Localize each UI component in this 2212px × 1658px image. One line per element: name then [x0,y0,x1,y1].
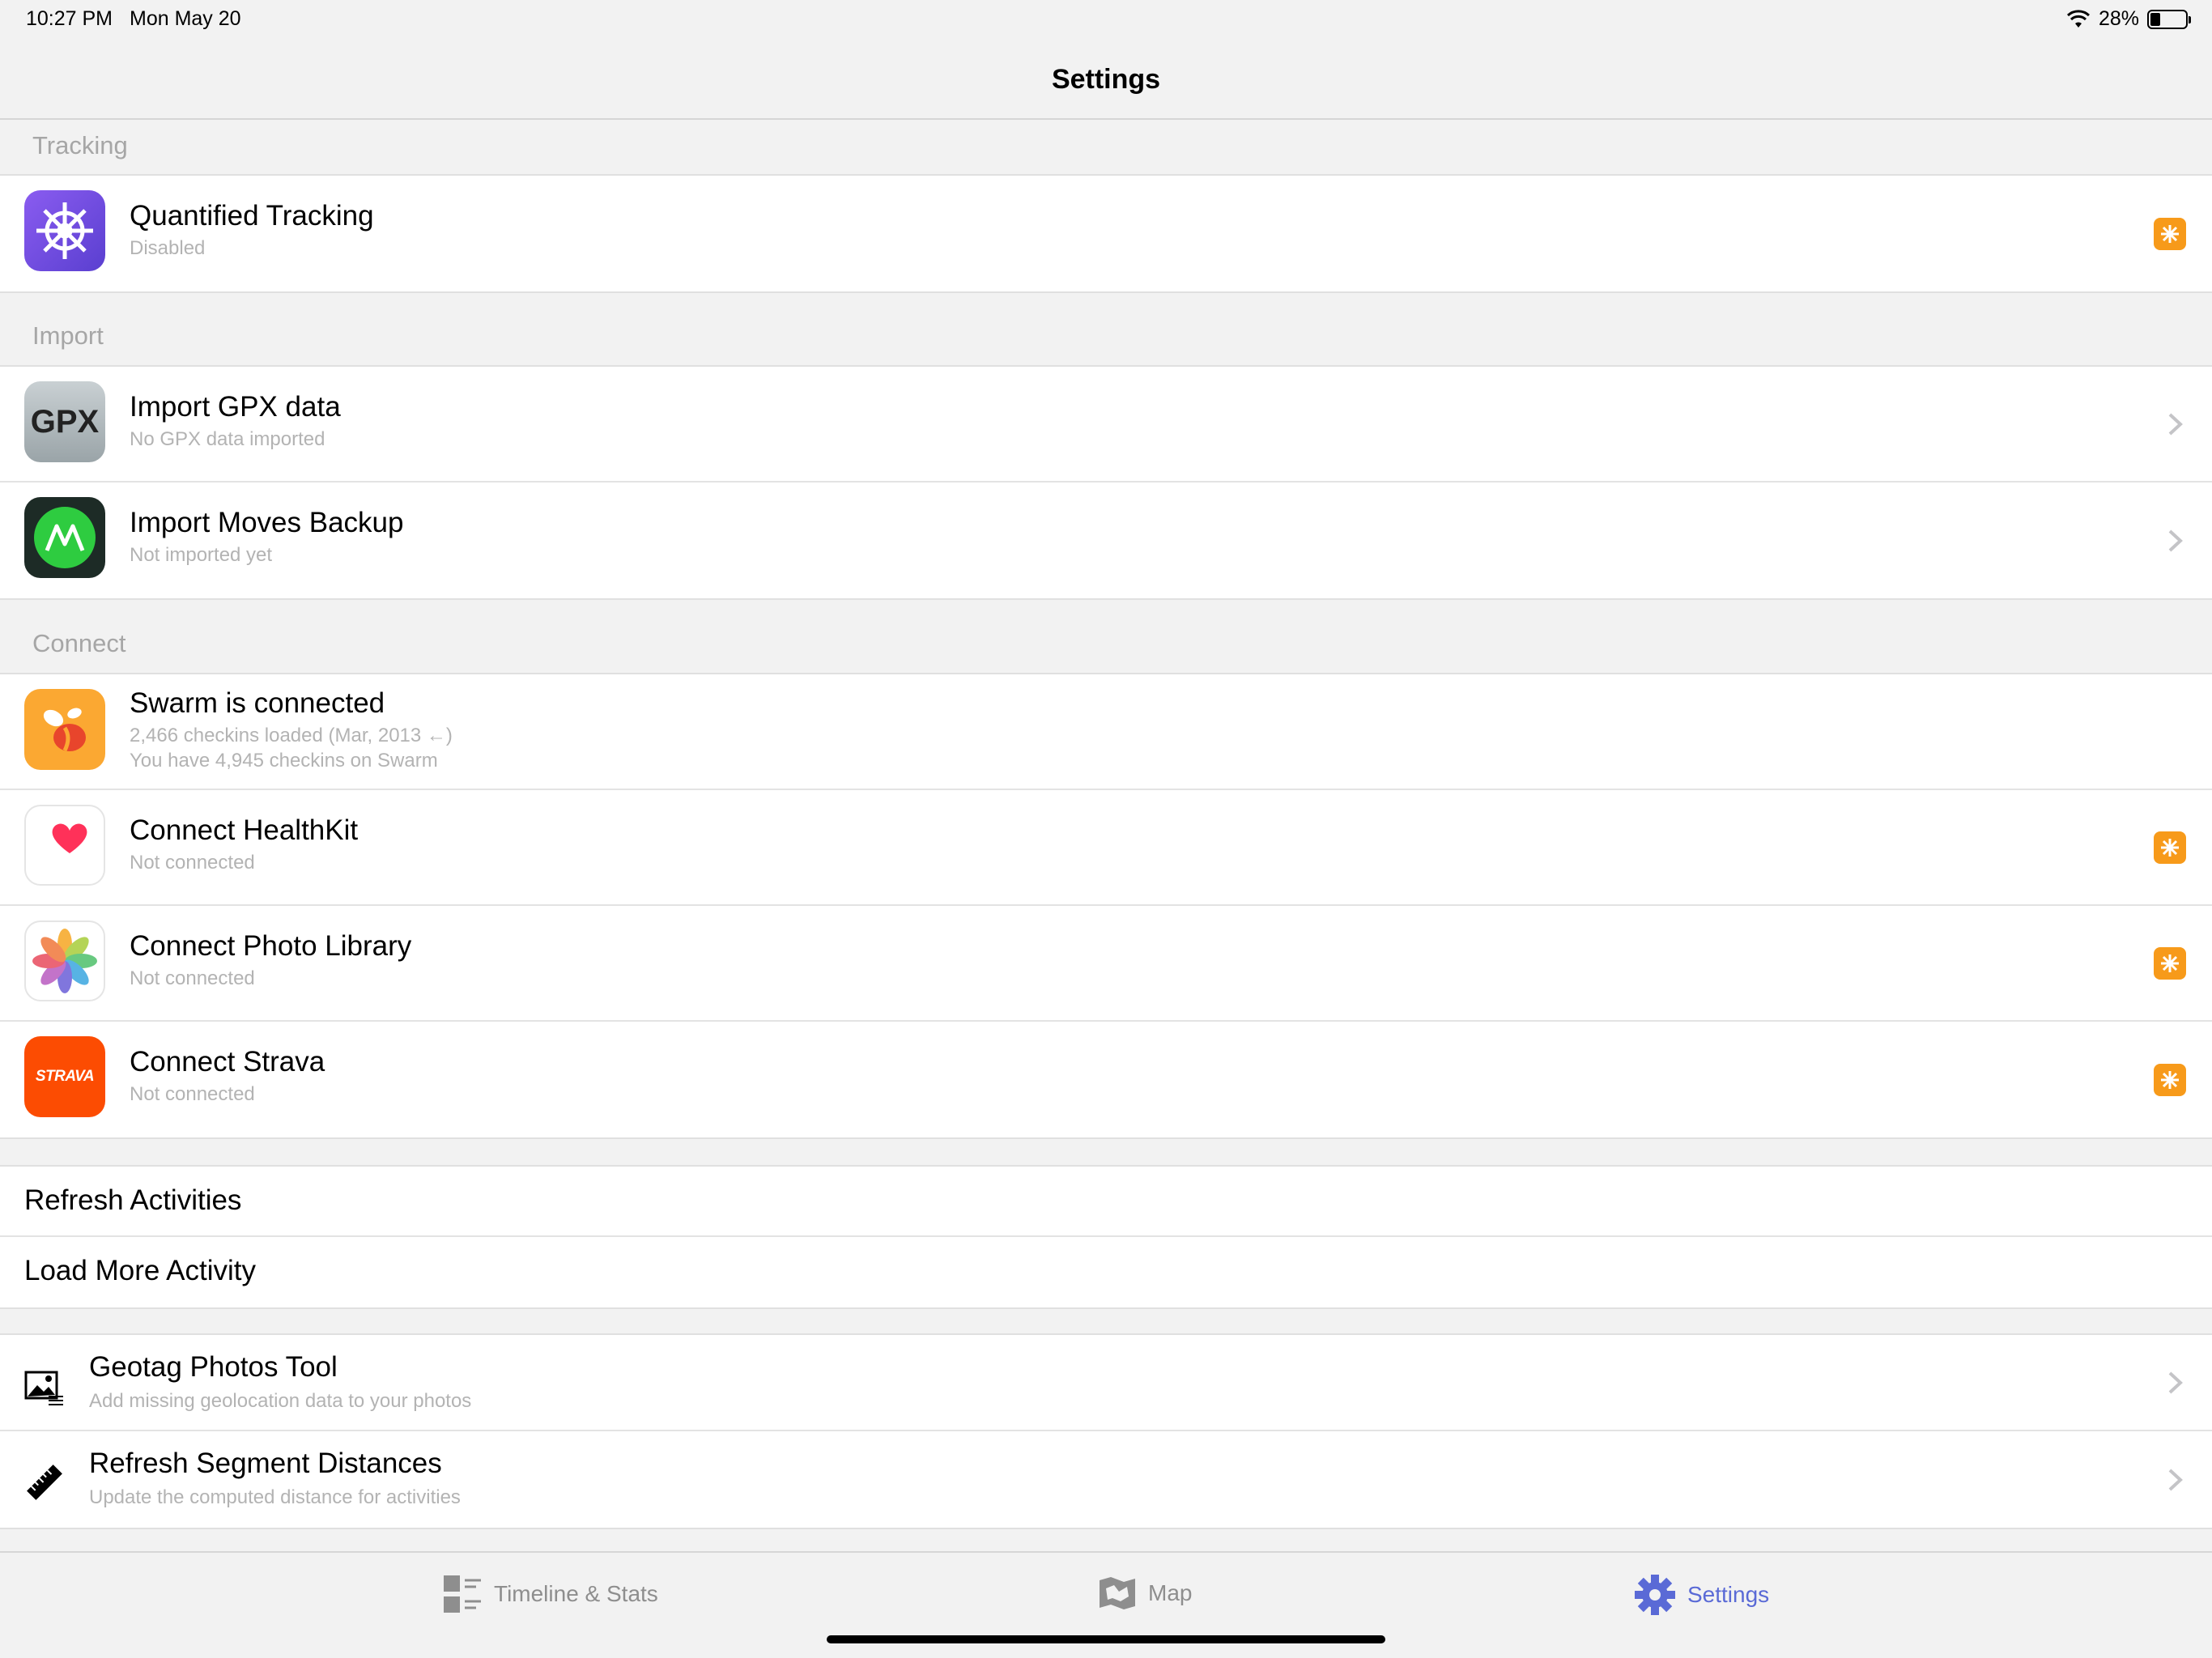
star-badge-icon [2154,1063,2186,1096]
ship-wheel-icon [24,190,105,271]
row-title: Swarm is connected [130,687,385,719]
star-badge-icon [2154,946,2186,980]
chevron-right-icon [2168,1371,2183,1393]
status-time: 10:27 PM [26,7,113,30]
row-title: Geotag Photos Tool [89,1351,338,1383]
row-title: Import GPX data [130,391,341,423]
tab-map[interactable]: Map [1098,1574,1192,1613]
row-subtitle: Add missing geolocation data to your pho… [89,1390,472,1412]
row-refresh-segment-distances[interactable]: Refresh Segment Distances Update the com… [0,1431,2212,1528]
section-header-tracking: Tracking [32,131,128,159]
row-subtitle: Not connected [130,852,255,874]
row-swarm[interactable]: Swarm is connected 2,466 checkins loaded… [0,674,2212,790]
group-import: GPX Import GPX data No GPX data imported… [0,365,2212,600]
group-tools: Geotag Photos Tool Add missing geolocati… [0,1333,2212,1529]
strava-icon: STRAVA [24,1036,105,1117]
row-subtitle: No GPX data imported [130,428,325,450]
refresh-activities-label: Refresh Activities [24,1184,242,1216]
chevron-right-icon [2168,413,2183,435]
row-title: Connect HealthKit [130,814,359,846]
row-subtitle: Disabled [130,237,206,259]
star-badge-icon [2154,831,2186,864]
tab-label: Settings [1687,1582,1770,1607]
load-more-activity-button[interactable]: Load More Activity [0,1237,2212,1307]
row-subtitle: Update the computed distance for activit… [89,1486,461,1508]
row-title: Refresh Segment Distances [89,1448,442,1479]
refresh-activities-button[interactable]: Refresh Activities [0,1167,2212,1237]
navigation-bar: Settings [0,39,2212,120]
moves-icon [24,497,105,578]
section-header-connect: Connect [32,629,126,657]
ruler-icon [27,1465,62,1500]
row-subtitle-2: You have 4,945 checkins on Swarm [130,750,438,772]
group-actions: Refresh Activities Load More Activity [0,1165,2212,1309]
tab-timeline-stats[interactable]: Timeline & Stats [442,1574,658,1614]
row-subtitle: Not imported yet [130,544,273,566]
row-subtitle: 2,466 checkins loaded (Mar, 2013 ←) [130,725,453,746]
chevron-right-icon [2168,1469,2183,1490]
row-photo-library[interactable]: Connect Photo Library Not connected [0,906,2212,1022]
battery-icon [2147,9,2191,29]
geotag-photo-icon [24,1371,63,1405]
tab-label: Map [1148,1580,1193,1605]
row-geotag-photos[interactable]: Geotag Photos Tool Add missing geolocati… [0,1335,2212,1431]
row-subtitle: Not connected [130,1083,255,1105]
row-title: Connect Strava [130,1046,325,1078]
row-title: Import Moves Backup [130,507,404,538]
tab-settings[interactable]: Settings [1634,1574,1769,1616]
group-connect: Swarm is connected 2,466 checkins loaded… [0,673,2212,1139]
row-healthkit[interactable]: Connect HealthKit Not connected [0,790,2212,906]
map-icon [1100,1577,1135,1609]
strava-icon-text: STRAVA [35,1068,95,1085]
section-header-import: Import [32,321,104,350]
timeline-icon [444,1575,481,1613]
row-import-moves[interactable]: Import Moves Backup Not imported yet [0,483,2212,598]
gpx-icon-text: GPX [30,403,100,440]
tab-label: Timeline & Stats [494,1581,658,1606]
row-strava[interactable]: STRAVA Connect Strava Not connected [0,1022,2212,1137]
page-title: Settings [1051,64,1161,95]
row-title: Connect Photo Library [130,930,412,962]
group-tracking: Quantified Tracking Disabled [0,174,2212,293]
load-more-activity-label: Load More Activity [24,1255,256,1286]
status-bar: 10:27 PM Mon May 20 28% [0,0,2212,39]
battery-percent: 28% [2098,7,2139,30]
gpx-icon: GPX [24,381,105,462]
status-right: 28% [2066,7,2191,31]
wifi-icon [2066,9,2090,28]
home-indicator [827,1635,1385,1643]
row-title: Quantified Tracking [130,200,374,232]
chevron-right-icon [2168,529,2183,551]
healthkit-icon [24,805,105,886]
gear-icon [1635,1575,1675,1615]
star-badge-icon [2154,217,2186,250]
row-subtitle: Not connected [130,967,255,989]
photos-icon [24,920,105,1001]
status-date: Mon May 20 [130,7,241,30]
swarm-icon [24,689,105,770]
row-import-gpx[interactable]: GPX Import GPX data No GPX data imported [0,367,2212,483]
row-quantified-tracking[interactable]: Quantified Tracking Disabled [0,176,2212,291]
